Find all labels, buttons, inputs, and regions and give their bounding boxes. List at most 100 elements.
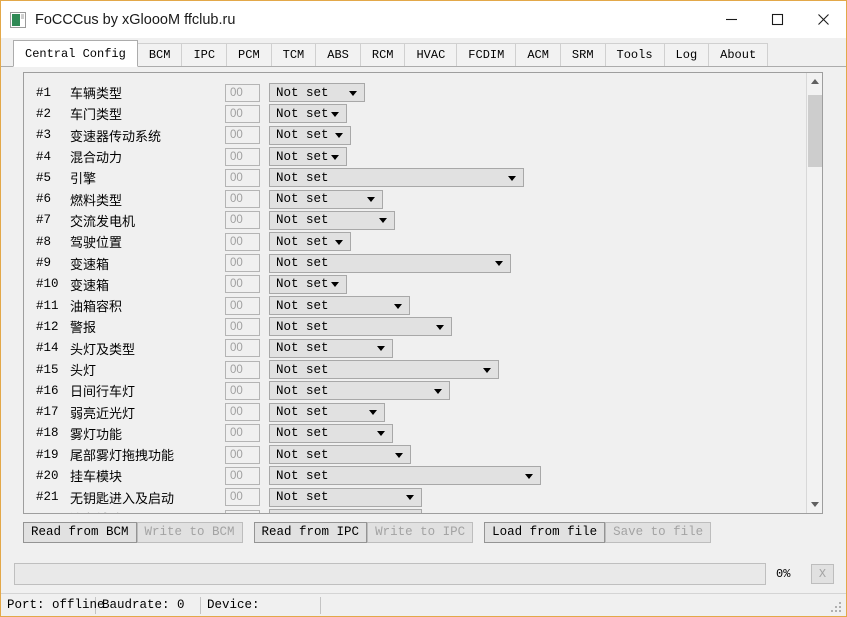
config-hex-input[interactable]: 00 (225, 211, 260, 229)
tab-tools[interactable]: Tools (605, 43, 665, 67)
config-value-dropdown[interactable]: Not set (269, 275, 347, 294)
config-value-text: Not set (270, 277, 329, 291)
tab-hvac[interactable]: HVAC (404, 43, 457, 67)
config-value-dropdown[interactable]: Not set (269, 445, 411, 464)
config-hex-input[interactable]: 00 (225, 467, 260, 485)
config-row: #1车辆类型00Not set (24, 82, 807, 103)
chevron-down-icon (525, 474, 533, 479)
tab-bcm[interactable]: BCM (137, 43, 183, 67)
vertical-scrollbar[interactable] (806, 73, 822, 513)
config-value-text: Not set (270, 235, 329, 249)
chevron-down-icon (406, 495, 414, 500)
config-hex-input[interactable]: 00 (225, 105, 260, 123)
config-value-dropdown[interactable]: Not set (269, 424, 393, 443)
config-value-dropdown[interactable]: Not set (269, 381, 450, 400)
tab-fcdim[interactable]: FCDIM (456, 43, 516, 67)
config-value-dropdown[interactable]: Not set (269, 83, 365, 102)
config-value-dropdown[interactable]: Not set (269, 403, 385, 422)
config-value-dropdown[interactable]: Not set (269, 147, 347, 166)
tab-about[interactable]: About (708, 43, 768, 67)
config-row-label: 油箱容积 (70, 296, 225, 315)
chevron-down-icon (377, 431, 385, 436)
config-value-dropdown[interactable]: Not set (269, 360, 499, 379)
read-from-ipc-button[interactable]: Read from IPC (254, 522, 368, 543)
config-hex-input[interactable]: 00 (225, 126, 260, 144)
scrollbar-thumb[interactable] (808, 95, 822, 167)
config-row-label: 车辆类型 (70, 83, 225, 102)
config-hex-input[interactable]: 00 (225, 403, 260, 421)
chevron-down-icon (394, 304, 402, 309)
config-value-dropdown[interactable]: Not set (269, 211, 395, 230)
config-hex-input[interactable]: 00 (225, 318, 260, 336)
tab-rcm[interactable]: RCM (360, 43, 406, 67)
config-hex-input[interactable]: 00 (225, 233, 260, 251)
write-to-ipc-button: Write to IPC (367, 522, 473, 543)
chevron-down-icon (379, 218, 387, 223)
config-row-label: 驾驶位置 (70, 232, 225, 251)
config-value-text: Not set (270, 448, 329, 462)
config-value-text: Not set (270, 405, 329, 419)
config-hex-input[interactable]: 00 (225, 169, 260, 187)
config-row-label: 混合动力 (70, 147, 225, 166)
chevron-down-icon (434, 389, 442, 394)
config-value-dropdown[interactable]: Not set (269, 168, 524, 187)
config-hex-input[interactable]: 00 (225, 488, 260, 506)
config-value-dropdown[interactable]: Not set (269, 317, 452, 336)
tab-srm[interactable]: SRM (560, 43, 606, 67)
config-row: #6燃料类型00Not set (24, 188, 807, 209)
config-row: #4混合动力00Not set (24, 146, 807, 167)
config-hex-input[interactable]: 00 (225, 297, 260, 315)
tab-log[interactable]: Log (664, 43, 710, 67)
scroll-down-icon[interactable] (807, 496, 823, 513)
config-value-text: Not set (270, 320, 329, 334)
load-from-file-button[interactable]: Load from file (484, 522, 605, 543)
config-hex-input[interactable]: 00 (225, 382, 260, 400)
config-hex-input[interactable]: 00 (225, 148, 260, 166)
config-value-dropdown[interactable]: Not set (269, 466, 541, 485)
config-hex-input[interactable]: 00 (225, 275, 260, 293)
scroll-up-icon[interactable] (807, 73, 823, 90)
chevron-down-icon (335, 133, 343, 138)
config-row: #18雾灯功能00Not set (24, 423, 807, 444)
config-value-dropdown[interactable]: Not set (269, 296, 410, 315)
tab-abs[interactable]: ABS (315, 43, 361, 67)
config-row: #16日间行车灯00Not set (24, 380, 807, 401)
config-value-dropdown[interactable]: Not set (269, 488, 422, 507)
config-row-label: 变速箱 (70, 254, 225, 273)
tab-ipc[interactable]: IPC (181, 43, 227, 67)
config-value-dropdown[interactable]: Not set (269, 254, 511, 273)
config-hex-input[interactable]: 00 (225, 446, 260, 464)
config-row-label: 警报 (70, 317, 225, 336)
tab-central-config[interactable]: Central Config (13, 40, 138, 67)
config-row-label: 无钥匙进入及启动 (70, 488, 225, 507)
config-row: #2车门类型00Not set (24, 103, 807, 124)
status-baudrate: Baudrate: 0 (96, 597, 201, 614)
config-hex-input[interactable]: 00 (225, 339, 260, 357)
config-row: #7交流发电机00Not set (24, 210, 807, 231)
config-value-dropdown[interactable]: Not set (269, 190, 383, 209)
tab-acm[interactable]: ACM (515, 43, 561, 67)
minimize-icon[interactable] (708, 1, 754, 38)
read-from-bcm-button[interactable]: Read from BCM (23, 522, 137, 543)
status-bar: Port: offline Baudrate: 0 Device: (1, 593, 846, 616)
config-value-dropdown[interactable]: Not set (269, 509, 422, 513)
config-value-dropdown[interactable]: Not set (269, 339, 393, 358)
config-hex-input[interactable]: 00 (225, 254, 260, 272)
config-hex-input[interactable]: 00 (225, 84, 260, 102)
config-row: #11油箱容积00Not set (24, 295, 807, 316)
config-value-dropdown[interactable]: Not set (269, 126, 351, 145)
config-hex-input[interactable]: 00 (225, 510, 260, 513)
close-icon[interactable] (800, 1, 846, 38)
config-hex-input[interactable]: 00 (225, 361, 260, 379)
resize-grip-icon[interactable] (831, 602, 843, 614)
config-value-dropdown[interactable]: Not set (269, 232, 351, 251)
maximize-icon[interactable] (754, 1, 800, 38)
cancel-button[interactable]: X (811, 564, 834, 584)
config-hex-input[interactable]: 00 (225, 424, 260, 442)
config-row-number: #16 (36, 384, 70, 398)
tab-pcm[interactable]: PCM (226, 43, 272, 67)
config-hex-input[interactable]: 00 (225, 190, 260, 208)
config-row-number: #9 (36, 256, 70, 270)
config-value-dropdown[interactable]: Not set (269, 104, 347, 123)
tab-tcm[interactable]: TCM (271, 43, 317, 67)
